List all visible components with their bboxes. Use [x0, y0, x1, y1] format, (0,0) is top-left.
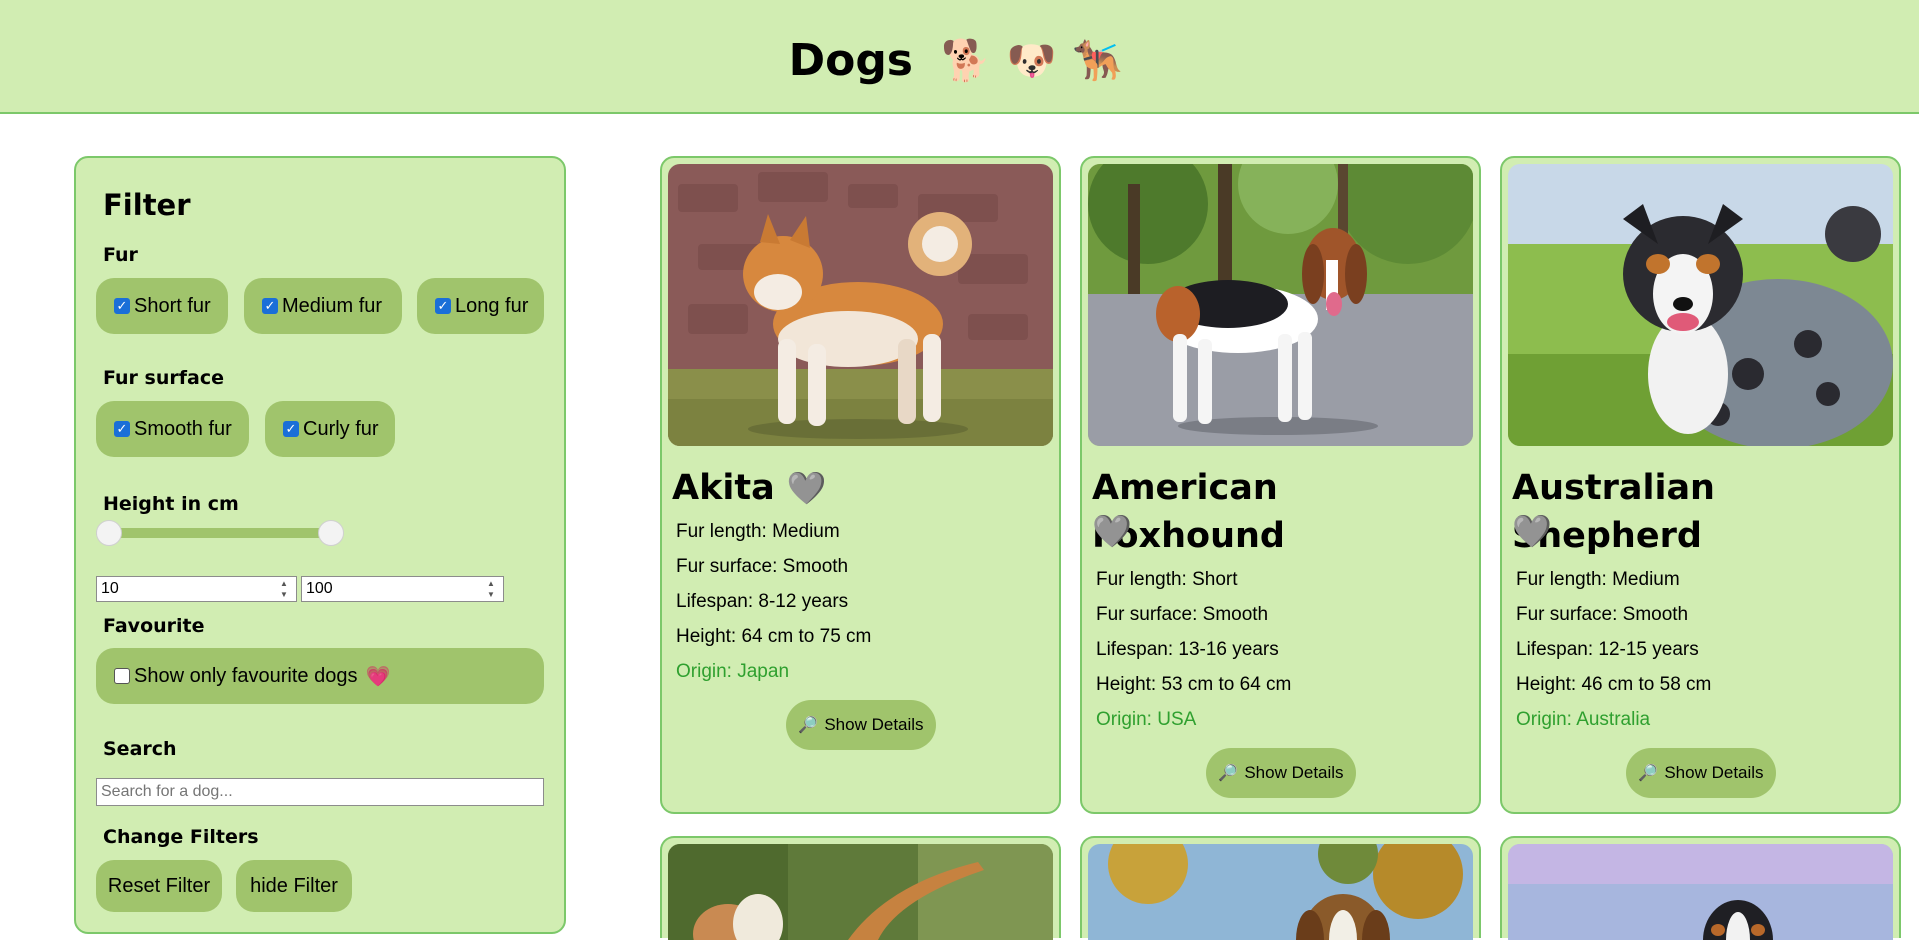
fur-surface: Fur surface: Smooth: [1096, 604, 1269, 625]
favourite-only-label: Show only favourite dogs: [134, 664, 358, 687]
medium-fur-label: Medium fur: [282, 294, 383, 317]
reset-filter-button[interactable]: Reset Filter: [96, 860, 222, 912]
favourite-heart-icon[interactable]: 🩶: [787, 469, 827, 507]
smooth-fur-label: Smooth fur: [134, 417, 232, 440]
favourite-heart-icon[interactable]: 🩶: [1092, 512, 1132, 550]
american-foxhound-photo: [1088, 164, 1473, 446]
dog-card-partial: [1080, 836, 1481, 940]
height-max-handle[interactable]: [318, 520, 344, 546]
dog-card-partial: [660, 836, 1061, 940]
dog-card: American Foxhound 🩶 Fur length: Short Fu…: [1080, 156, 1481, 814]
favourite-only-checkbox[interactable]: Show only favourite dogs 💗: [96, 648, 544, 704]
show-details-button[interactable]: 🔎 Show Details: [1206, 748, 1356, 798]
curly-fur-checkbox[interactable]: ✓ Curly fur: [265, 401, 395, 457]
page-title: Dogs 🐕 🐶 🐕‍🦺: [0, 30, 1919, 90]
show-details-button[interactable]: 🔎 Show Details: [786, 700, 936, 750]
dog-info: Fur length: Medium Fur surface: Smooth L…: [1516, 562, 1711, 737]
change-filters-label: Change Filters: [103, 826, 259, 848]
fur-length: Fur length: Medium: [676, 521, 840, 542]
favourite-label: Favourite: [103, 615, 205, 637]
dog-card: Akita 🩶 Fur length: Medium Fur surface: S…: [660, 156, 1061, 814]
short-fur-label: Short fur: [134, 294, 211, 317]
fur-surface: Fur surface: Smooth: [676, 556, 849, 577]
dog-info: Fur length: Short Fur surface: Smooth Li…: [1096, 562, 1291, 737]
checkbox-unchecked-icon[interactable]: [114, 668, 130, 684]
favourite-heart-icon[interactable]: 🩶: [1512, 512, 1552, 550]
medium-fur-checkbox[interactable]: ✓ Medium fur: [244, 278, 402, 334]
page-header: Dogs 🐕 🐶 🐕‍🦺: [0, 0, 1919, 114]
height-label: Height in cm: [103, 493, 239, 515]
dog-name: Akita 🩶: [672, 464, 1057, 512]
spinner-icon[interactable]: ▲ ▼: [483, 579, 499, 599]
fur-length: Fur length: Short: [1096, 569, 1238, 590]
search-label: Search: [103, 738, 177, 760]
height: Height: 53 cm to 64 cm: [1096, 674, 1292, 695]
long-fur-label: Long fur: [455, 294, 529, 317]
height-min-input[interactable]: 10 ▲ ▼: [96, 576, 297, 602]
fur-surface-label: Fur surface: [103, 367, 224, 389]
service-dog-emoji-icon: 🐕‍🦺: [1072, 37, 1123, 84]
lifespan: Lifespan: 13-16 years: [1096, 639, 1279, 660]
dog-card-partial: [1500, 836, 1901, 940]
origin: Origin: Japan: [676, 661, 790, 682]
akita-photo: [668, 164, 1053, 446]
fur-surface: Fur surface: Smooth: [1516, 604, 1689, 625]
filter-title: Filter: [103, 188, 191, 222]
dog-name: Australian Shepherd: [1512, 464, 1897, 560]
height: Height: 46 cm to 58 cm: [1516, 674, 1712, 695]
show-details-label: Show Details: [1244, 763, 1344, 782]
dog-card: Australian Shepherd 🩶 Fur length: Medium…: [1500, 156, 1901, 814]
checkbox-checked-icon[interactable]: ✓: [114, 421, 130, 437]
height-min-value: 10: [101, 580, 119, 597]
lifespan: Lifespan: 12-15 years: [1516, 639, 1699, 660]
magnifier-icon: 🔎: [1638, 765, 1659, 782]
dog-emoji-icon: 🐕: [941, 37, 991, 84]
lifespan: Lifespan: 8-12 years: [676, 591, 849, 612]
search-placeholder: Search for a dog...: [101, 783, 233, 800]
hide-filter-button[interactable]: hide Filter: [236, 860, 352, 912]
short-fur-checkbox[interactable]: ✓ Short fur: [96, 278, 228, 334]
search-input[interactable]: Search for a dog...: [96, 778, 544, 806]
show-details-label: Show Details: [824, 715, 924, 734]
basset-hound-photo: [668, 844, 1053, 940]
dog-name: American Foxhound: [1092, 464, 1477, 560]
bernese-mountain-dog-photo: [1508, 844, 1893, 940]
spinner-icon[interactable]: ▲ ▼: [276, 579, 292, 599]
show-details-button[interactable]: 🔎 Show Details: [1626, 748, 1776, 798]
height-min-handle[interactable]: [96, 520, 122, 546]
australian-shepherd-photo: [1508, 164, 1893, 446]
beagle-photo: [1088, 844, 1473, 940]
long-fur-checkbox[interactable]: ✓ Long fur: [417, 278, 544, 334]
checkbox-checked-icon[interactable]: ✓: [114, 298, 130, 314]
height: Height: 64 cm to 75 cm: [676, 626, 872, 647]
height-range-slider[interactable]: [96, 528, 330, 538]
filter-panel: Filter Fur ✓ Short fur ✓ Medium fur ✓ Lo…: [74, 156, 566, 934]
height-max-input[interactable]: 100 ▲ ▼: [301, 576, 504, 602]
fur-label: Fur: [103, 244, 138, 266]
fur-length: Fur length: Medium: [1516, 569, 1680, 590]
curly-fur-label: Curly fur: [303, 417, 379, 440]
origin: Origin: USA: [1096, 709, 1197, 730]
dog-face-emoji-icon: 🐶: [1006, 37, 1057, 84]
checkbox-checked-icon[interactable]: ✓: [262, 298, 278, 314]
checkbox-checked-icon[interactable]: ✓: [435, 298, 451, 314]
show-details-label: Show Details: [1664, 763, 1764, 782]
dog-info: Fur length: Medium Fur surface: Smooth L…: [676, 514, 871, 689]
checkbox-checked-icon[interactable]: ✓: [283, 421, 299, 437]
dog-name-text: Akita: [672, 468, 775, 508]
height-max-value: 100: [306, 580, 333, 597]
smooth-fur-checkbox[interactable]: ✓ Smooth fur: [96, 401, 249, 457]
page-title-text: Dogs: [788, 34, 913, 86]
heart-icon: 💗: [365, 665, 391, 688]
magnifier-icon: 🔎: [798, 717, 819, 734]
magnifier-icon: 🔎: [1218, 765, 1239, 782]
origin: Origin: Australia: [1516, 709, 1651, 730]
